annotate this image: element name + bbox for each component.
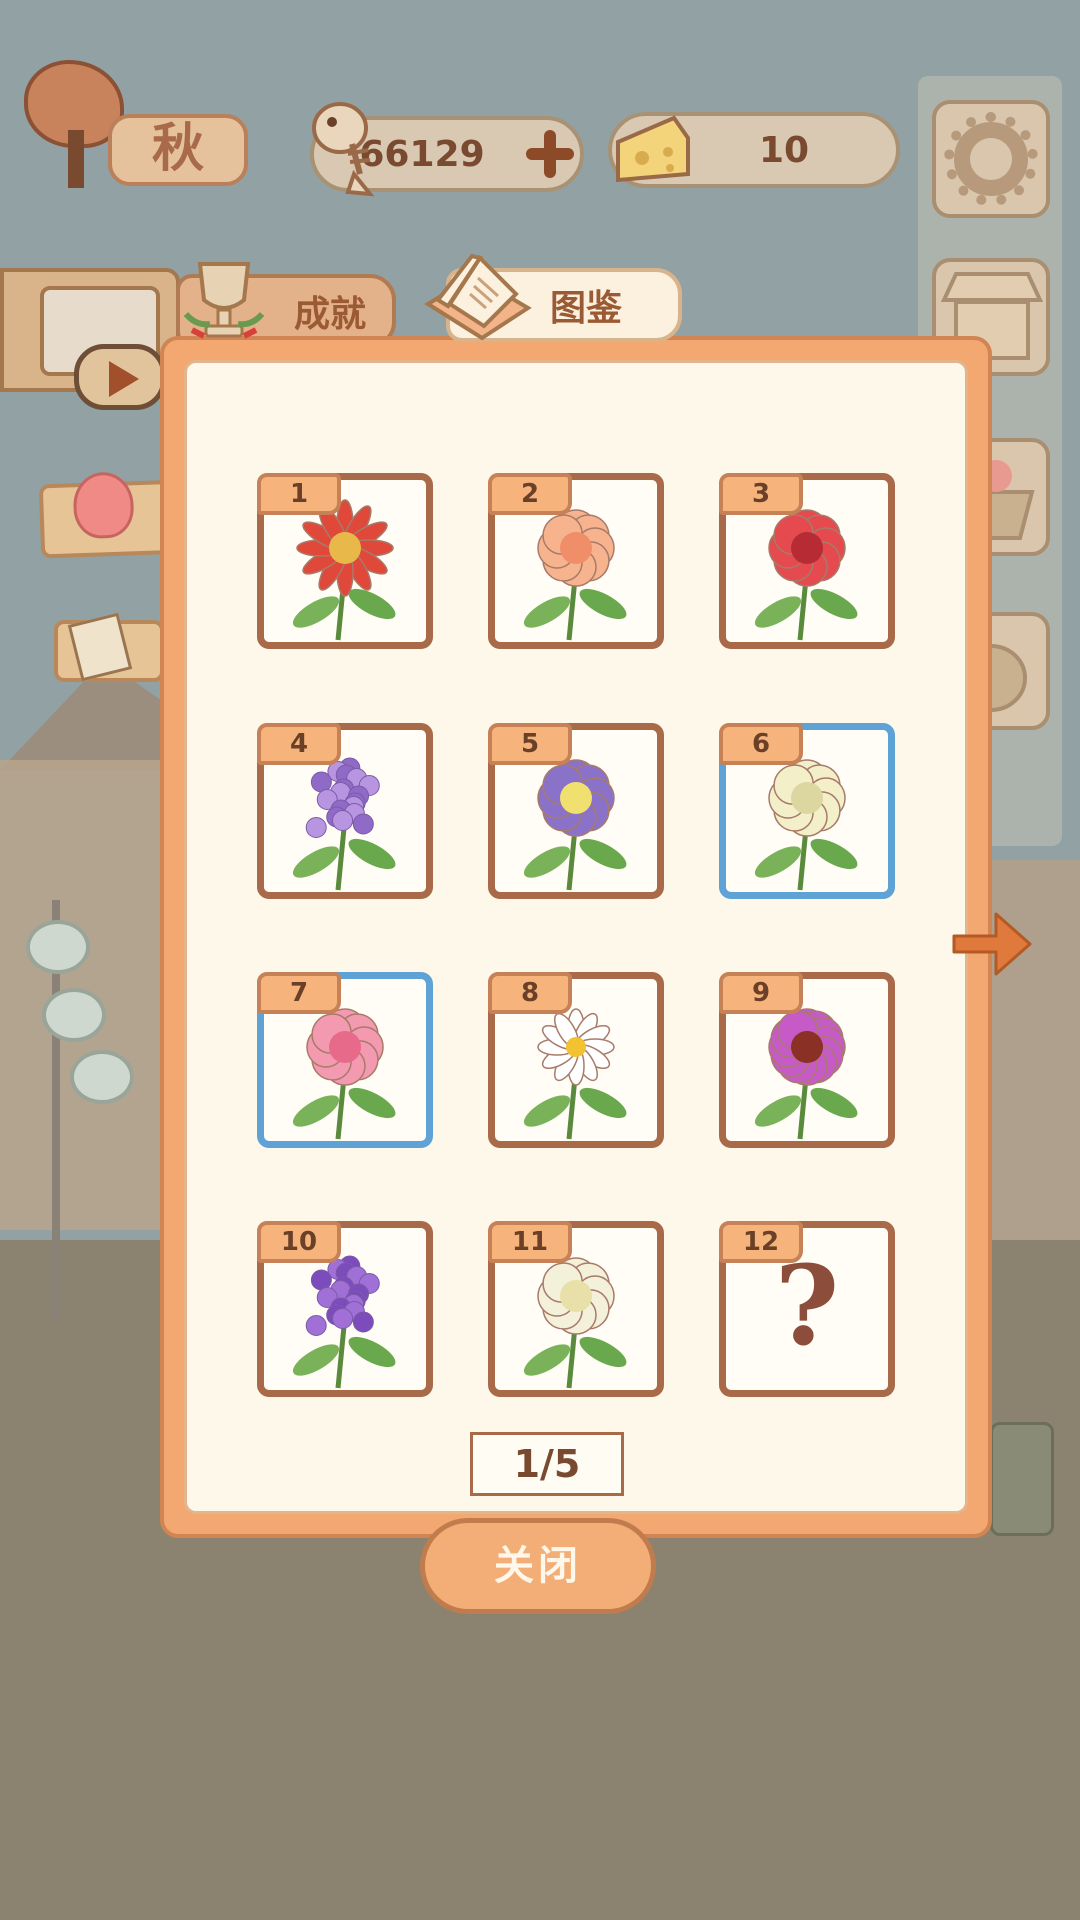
- lamp-globe: [42, 988, 106, 1042]
- tab-collection-label: 图鉴: [549, 288, 622, 329]
- play-icon: [109, 361, 139, 397]
- play-button[interactable]: [74, 344, 166, 410]
- collection-item[interactable]: 7: [257, 972, 433, 1148]
- cheese-icon: [616, 115, 690, 183]
- add-fish-button[interactable]: [524, 128, 576, 180]
- item-number-badge: 8: [488, 972, 572, 1014]
- character-card[interactable]: [990, 1422, 1054, 1536]
- lamp-globe: [70, 1050, 134, 1104]
- item-number-badge: 3: [719, 473, 803, 515]
- collection-item[interactable]: 10: [257, 1221, 433, 1397]
- collection-item[interactable]: 11: [488, 1221, 664, 1397]
- book-icon: [424, 253, 532, 341]
- close-button[interactable]: 关闭: [420, 1518, 656, 1614]
- collection-item[interactable]: 4: [257, 723, 433, 899]
- trophy-icon: [183, 262, 265, 339]
- collection-item[interactable]: 3: [719, 473, 895, 649]
- arrow-right-icon[interactable]: [950, 906, 1034, 982]
- item-number-badge: 2: [488, 473, 572, 515]
- collection-item[interactable]: 1: [257, 473, 433, 649]
- item-number-badge: 1: [257, 473, 341, 515]
- tab-achievements-label: 成就: [293, 294, 366, 335]
- collection-grid: 1 2 3 4 5 6 7 8 9 10 11 12?: [184, 360, 968, 1514]
- item-number-badge: 9: [719, 972, 803, 1014]
- item-number-badge: 11: [488, 1221, 572, 1263]
- rose-icon: [72, 471, 135, 540]
- cheese-count: 10: [758, 129, 810, 171]
- collection-dialog: 1 2 3 4 5 6 7 8 9 10 11 12?: [160, 336, 992, 1538]
- collection-item[interactable]: 12?: [719, 1221, 895, 1397]
- collection-item[interactable]: 8: [488, 972, 664, 1148]
- collection-item[interactable]: 5: [488, 723, 664, 899]
- item-number-badge: 12: [719, 1221, 803, 1263]
- item-number-badge: 7: [257, 972, 341, 1014]
- lamp-globe: [26, 920, 90, 974]
- settings-button[interactable]: [932, 100, 1050, 218]
- photo-icon: [67, 612, 133, 682]
- fish-bone-icon: [312, 102, 375, 197]
- item-number-badge: 5: [488, 723, 572, 765]
- collection-item[interactable]: 9: [719, 972, 895, 1148]
- item-number-badge: 4: [257, 723, 341, 765]
- item-number-badge: 6: [719, 723, 803, 765]
- photo-tab[interactable]: [54, 612, 164, 682]
- collection-item[interactable]: 2: [488, 473, 664, 649]
- item-number-badge: 10: [257, 1221, 341, 1263]
- street-lamp: [26, 900, 150, 1320]
- collection-item[interactable]: 6: [719, 723, 895, 899]
- season-badge: 秋: [16, 60, 248, 190]
- question-mark-icon: ?: [774, 1241, 840, 1370]
- season-label: 秋: [108, 114, 248, 186]
- page-indicator: 1/5: [470, 1432, 624, 1496]
